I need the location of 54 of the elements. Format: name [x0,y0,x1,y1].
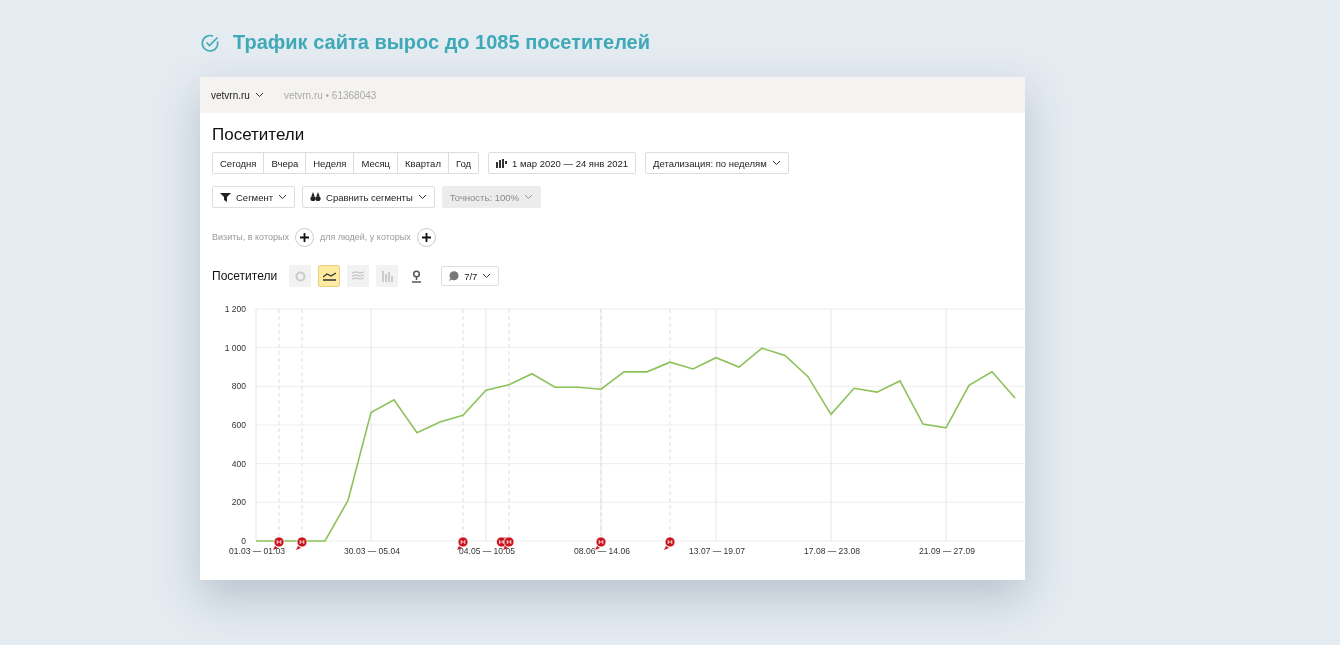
wave-lines-icon [352,270,365,282]
segment-button[interactable]: Сегмент [212,186,296,208]
caret-icon [482,273,492,279]
detail-dropdown[interactable]: Детализация: по неделям [645,152,789,174]
note-marker-icon[interactable] [296,536,308,550]
caret-icon [254,92,264,98]
date-range-button[interactable]: 1 мар 2020 — 24 янв 2021 [488,152,637,174]
headline: Трафик сайта вырос до 1085 посетителей [233,30,651,54]
filter-icon [220,192,231,202]
x-tick-label: 04.05 — 10.05 [459,546,515,556]
y-tick-label: 0 [241,536,246,546]
note-marker-icon[interactable] [457,536,469,550]
x-tick-label: 01.03 — 01.03 [229,546,285,556]
y-tick-label: 200 [231,497,246,508]
caret-icon [524,194,533,200]
page-title: Посетители [212,125,306,146]
people-filter-label: для людей, у которых [319,232,411,242]
note-marker-icon[interactable] [595,536,607,550]
y-tick-label: 400 [231,458,246,469]
notes-dropdown[interactable]: 7/7 [441,266,500,286]
plus-icon [421,232,431,242]
y-tick-label: 1 000 [224,342,246,353]
bar-chart-icon [381,270,393,282]
pin-icon [410,269,422,283]
plus-icon [299,232,309,242]
x-tick-label: 13.07 — 19.07 [689,546,745,556]
caret-icon [417,194,427,200]
caret-icon [278,194,288,200]
counter-label: vetvrn.ru • 61368043 [283,89,377,101]
note-marker-icon[interactable] [664,536,676,550]
site-selector[interactable]: vetvrn.ru [211,89,264,101]
speech-bubble-icon [449,271,460,281]
x-tick-label: 30.03 — 05.04 [344,546,400,556]
y-tick-label: 600 [231,420,246,430]
x-tick-label: 17.08 — 23.08 [804,546,860,556]
check-circle-icon [200,32,220,53]
drops-icon [310,192,322,202]
line-chart-icon [322,271,336,281]
add-button[interactable] [294,227,314,247]
line-chart-button[interactable] [318,265,341,287]
chart-title: Посетители [212,269,278,283]
ring-icon [294,270,306,282]
period-tab[interactable]: Год [447,153,479,173]
calendar-icon [496,158,508,168]
add-button[interactable] [416,227,436,247]
y-tick-label: 800 [231,381,246,392]
x-tick-label: 21.09 — 27.09 [919,546,975,556]
compare-segments-button[interactable]: Сравнить сегменты [302,186,435,208]
caret-icon [771,160,781,166]
x-tick-label: 08.06 — 14.06 [574,546,630,556]
visits-filter-label: Визиты, в которых [212,232,289,242]
note-marker-icon[interactable] [273,536,285,550]
y-tick-label: 1 200 [224,304,246,314]
note-marker-icon[interactable] [503,536,515,550]
